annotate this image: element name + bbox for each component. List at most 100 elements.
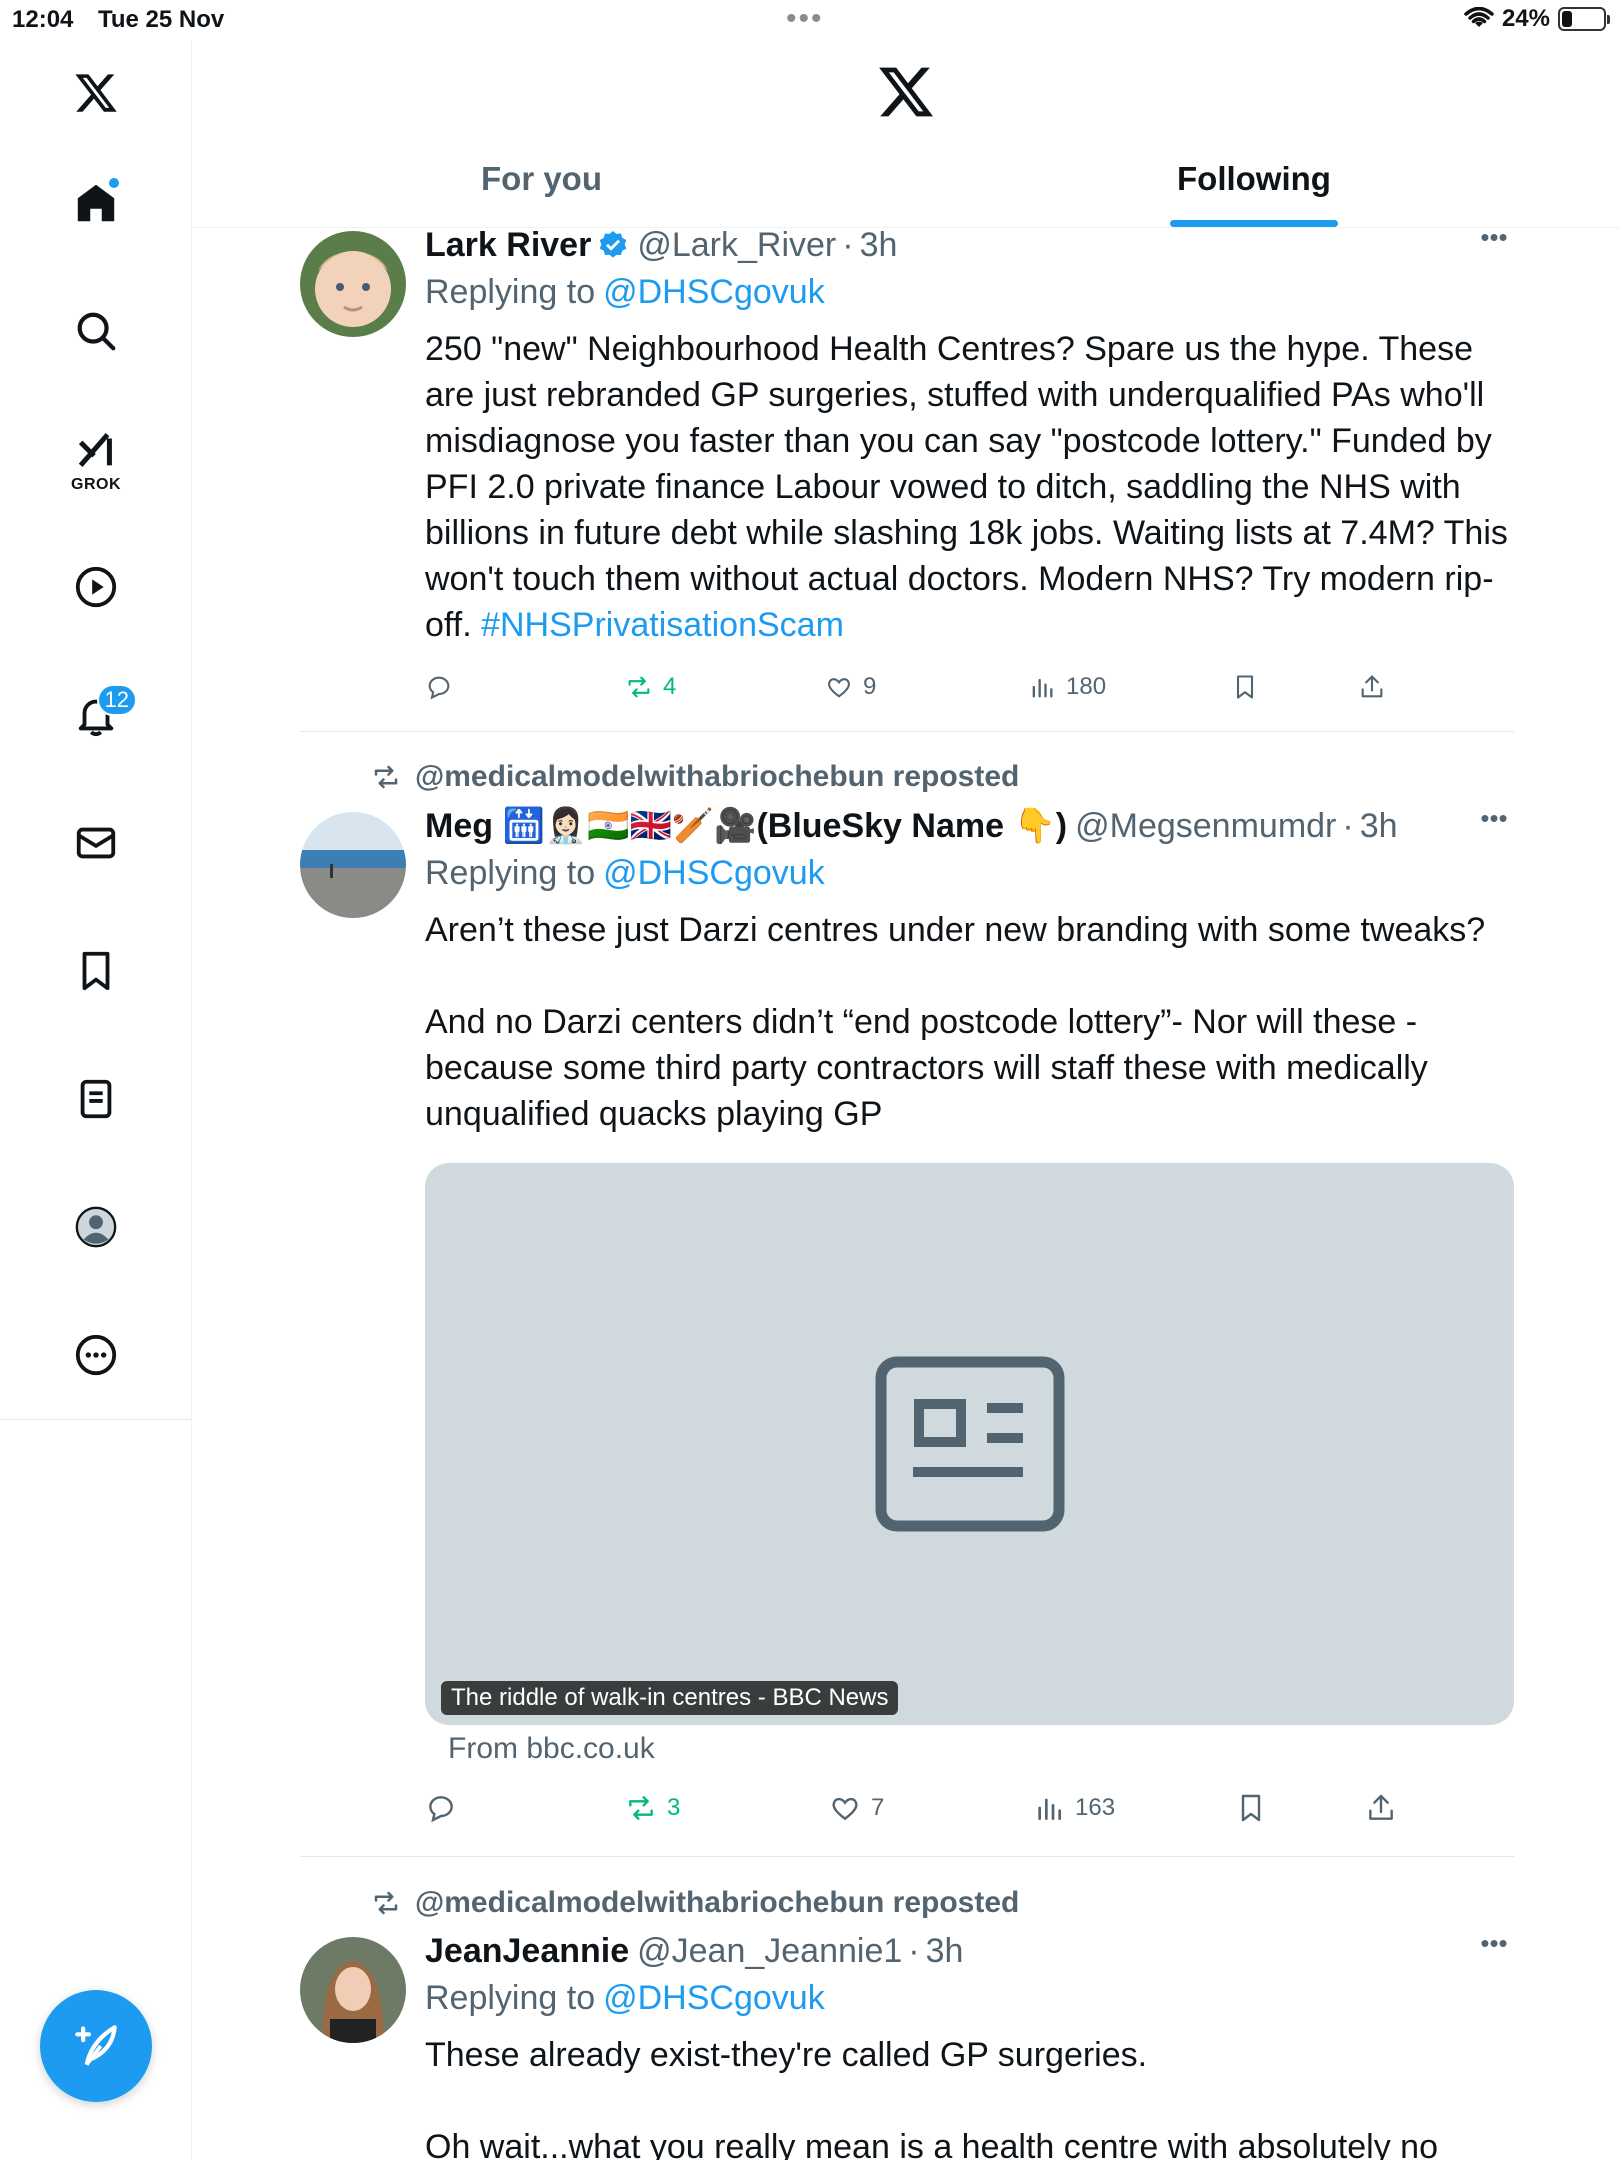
- post-time[interactable]: 3h: [860, 226, 898, 265]
- display-name[interactable]: Lark River: [425, 226, 591, 265]
- repost-icon: [374, 765, 398, 789]
- avatar[interactable]: [300, 812, 406, 918]
- view-count: 180: [1066, 673, 1107, 700]
- avatar[interactable]: [300, 1937, 406, 2043]
- x-logo-icon[interactable]: [55, 52, 137, 134]
- like-button[interactable]: 7: [829, 1792, 884, 1824]
- tab-following[interactable]: Following: [1177, 160, 1331, 228]
- repost-button[interactable]: 4: [625, 673, 676, 701]
- sidebar-divider: [0, 1419, 192, 1420]
- reply-button[interactable]: [425, 1792, 457, 1824]
- bookmark-icon: [1236, 675, 1254, 699]
- wifi-icon: [1464, 7, 1494, 27]
- verified-badge-icon: [599, 231, 627, 258]
- link-card[interactable]: The riddle of walk-in centres - BBC News: [425, 1163, 1514, 1725]
- like-button[interactable]: 9: [825, 673, 876, 701]
- home-new-dot: [107, 176, 121, 190]
- share-button[interactable]: [1358, 673, 1386, 701]
- display-name[interactable]: JeanJeannie: [425, 1932, 629, 1971]
- tweet-text: These already exist-they're called GP su…: [425, 2036, 1438, 2160]
- post-time[interactable]: 3h: [1360, 807, 1398, 846]
- more-options-icon[interactable]: •••: [1474, 805, 1514, 847]
- avatar[interactable]: [300, 231, 406, 337]
- tweet-divider: [300, 731, 1514, 732]
- views-chart-icon: [1038, 1798, 1061, 1820]
- feather-plus-icon: [75, 2025, 117, 2066]
- article-placeholder-icon: [875, 1356, 1065, 1532]
- reply-mention-link[interactable]: @DHSCgovuk: [603, 854, 825, 893]
- tweet-header: Meg 🛗👩🏻‍⚕️🇮🇳🇬🇧🏏🎥(BlueSky Name 👇) @Megsen…: [425, 803, 1514, 849]
- compose-post-button[interactable]: [40, 1990, 152, 2102]
- reply-mention-link[interactable]: @DHSCgovuk: [603, 273, 825, 312]
- repost-button[interactable]: 3: [625, 1792, 680, 1824]
- mail-icon[interactable]: [55, 802, 137, 884]
- repost-by-label[interactable]: @medicalmodelwithabriochebun reposted: [415, 1886, 1019, 1920]
- tweet-text-body: 250 "new" Neighbourhood Health Centres? …: [425, 330, 1508, 644]
- tweet-text: Aren’t these just Darzi centres under ne…: [425, 911, 1486, 1133]
- battery-fill: [1562, 11, 1572, 27]
- bookmark-icon: [1241, 1794, 1261, 1822]
- views-button[interactable]: 163: [1033, 1792, 1115, 1824]
- tweet-actions: 4 9 180: [425, 667, 1514, 707]
- tweet-divider: [300, 1856, 1514, 1857]
- tweet-text: 250 "new" Neighbourhood Health Centres? …: [425, 326, 1514, 648]
- status-bar: 12:04 Tue 25 Nov ••• 24%: [0, 0, 1620, 40]
- repost-count: 3: [667, 1794, 681, 1821]
- replying-to: Replying to @DHSCgovuk: [425, 268, 1514, 316]
- views-button[interactable]: 180: [1028, 673, 1106, 701]
- tweet-actions: 3 7 163: [425, 1788, 1514, 1828]
- separator-dot: ·: [908, 1931, 920, 1970]
- grok-icon[interactable]: GROK: [55, 418, 137, 500]
- bookmark-icon[interactable]: [55, 930, 137, 1012]
- repost-by-label[interactable]: @medicalmodelwithabriochebun reposted: [415, 760, 1019, 794]
- separator-dot: ·: [842, 225, 854, 264]
- reply-icon: [428, 676, 450, 700]
- user-handle[interactable]: @Megsenmumdr: [1075, 807, 1336, 846]
- views-chart-icon: [1032, 678, 1053, 698]
- card-title: The riddle of walk-in centres - BBC News: [441, 1681, 899, 1715]
- bookmark-button[interactable]: [1231, 673, 1259, 701]
- notifications-badge: 12: [96, 684, 137, 716]
- repost-context: @medicalmodelwithabriochebun reposted: [371, 760, 1019, 794]
- more-options-icon[interactable]: •••: [1474, 1930, 1514, 1972]
- reply-icon: [429, 1796, 453, 1823]
- bell-icon[interactable]: 12: [55, 674, 137, 756]
- hashtag-link[interactable]: #NHSPrivatisationScam: [481, 606, 844, 644]
- more-options-icon[interactable]: •••: [1474, 224, 1514, 266]
- post-time[interactable]: 3h: [926, 1932, 964, 1971]
- display-name[interactable]: Meg 🛗👩🏻‍⚕️🇮🇳🇬🇧🏏🎥(BlueSky Name 👇): [425, 806, 1067, 846]
- user-handle[interactable]: @Jean_Jeannie1: [637, 1932, 902, 1971]
- replying-to-label: Replying to: [425, 853, 596, 892]
- battery-icon: [1558, 7, 1610, 31]
- home-icon[interactable]: [55, 162, 137, 244]
- heart-icon: [828, 678, 850, 698]
- video-icon[interactable]: [55, 546, 137, 628]
- user-handle[interactable]: @Lark_River: [637, 226, 836, 265]
- more-icon[interactable]: [55, 1314, 137, 1396]
- profile-icon[interactable]: [55, 1186, 137, 1268]
- reply-button[interactable]: [425, 673, 453, 701]
- tweet-header: JeanJeannie @Jean_Jeannie1 · 3h: [425, 1928, 1514, 1974]
- battery-percent: 24%: [1501, 5, 1550, 32]
- x-logo-icon: [876, 62, 936, 122]
- reply-mention-link[interactable]: @DHSCgovuk: [603, 1979, 825, 2018]
- replying-to-label: Replying to: [425, 1978, 596, 2017]
- share-icon: [1369, 1794, 1393, 1820]
- repost-context: @medicalmodelwithabriochebun reposted: [371, 1886, 1019, 1920]
- grok-label: GROK: [71, 476, 121, 493]
- card-source[interactable]: From bbc.co.uk: [448, 1732, 655, 1766]
- view-count: 163: [1075, 1794, 1116, 1821]
- bookmark-button[interactable]: [1235, 1792, 1267, 1824]
- separator-dot: ·: [1342, 806, 1354, 845]
- share-icon: [1361, 675, 1383, 698]
- repost-count: 4: [663, 673, 677, 700]
- replying-to: Replying to @DHSCgovuk: [425, 1974, 1514, 2022]
- lists-icon[interactable]: [55, 1058, 137, 1140]
- share-button[interactable]: [1365, 1792, 1397, 1824]
- heart-icon: [832, 1797, 858, 1821]
- search-icon[interactable]: [55, 290, 137, 372]
- tab-for-you[interactable]: For you: [481, 160, 602, 228]
- like-count: 7: [871, 1794, 885, 1821]
- multitasking-dots-icon[interactable]: •••: [786, 2, 824, 36]
- status-date: Tue 25 Nov: [98, 6, 225, 33]
